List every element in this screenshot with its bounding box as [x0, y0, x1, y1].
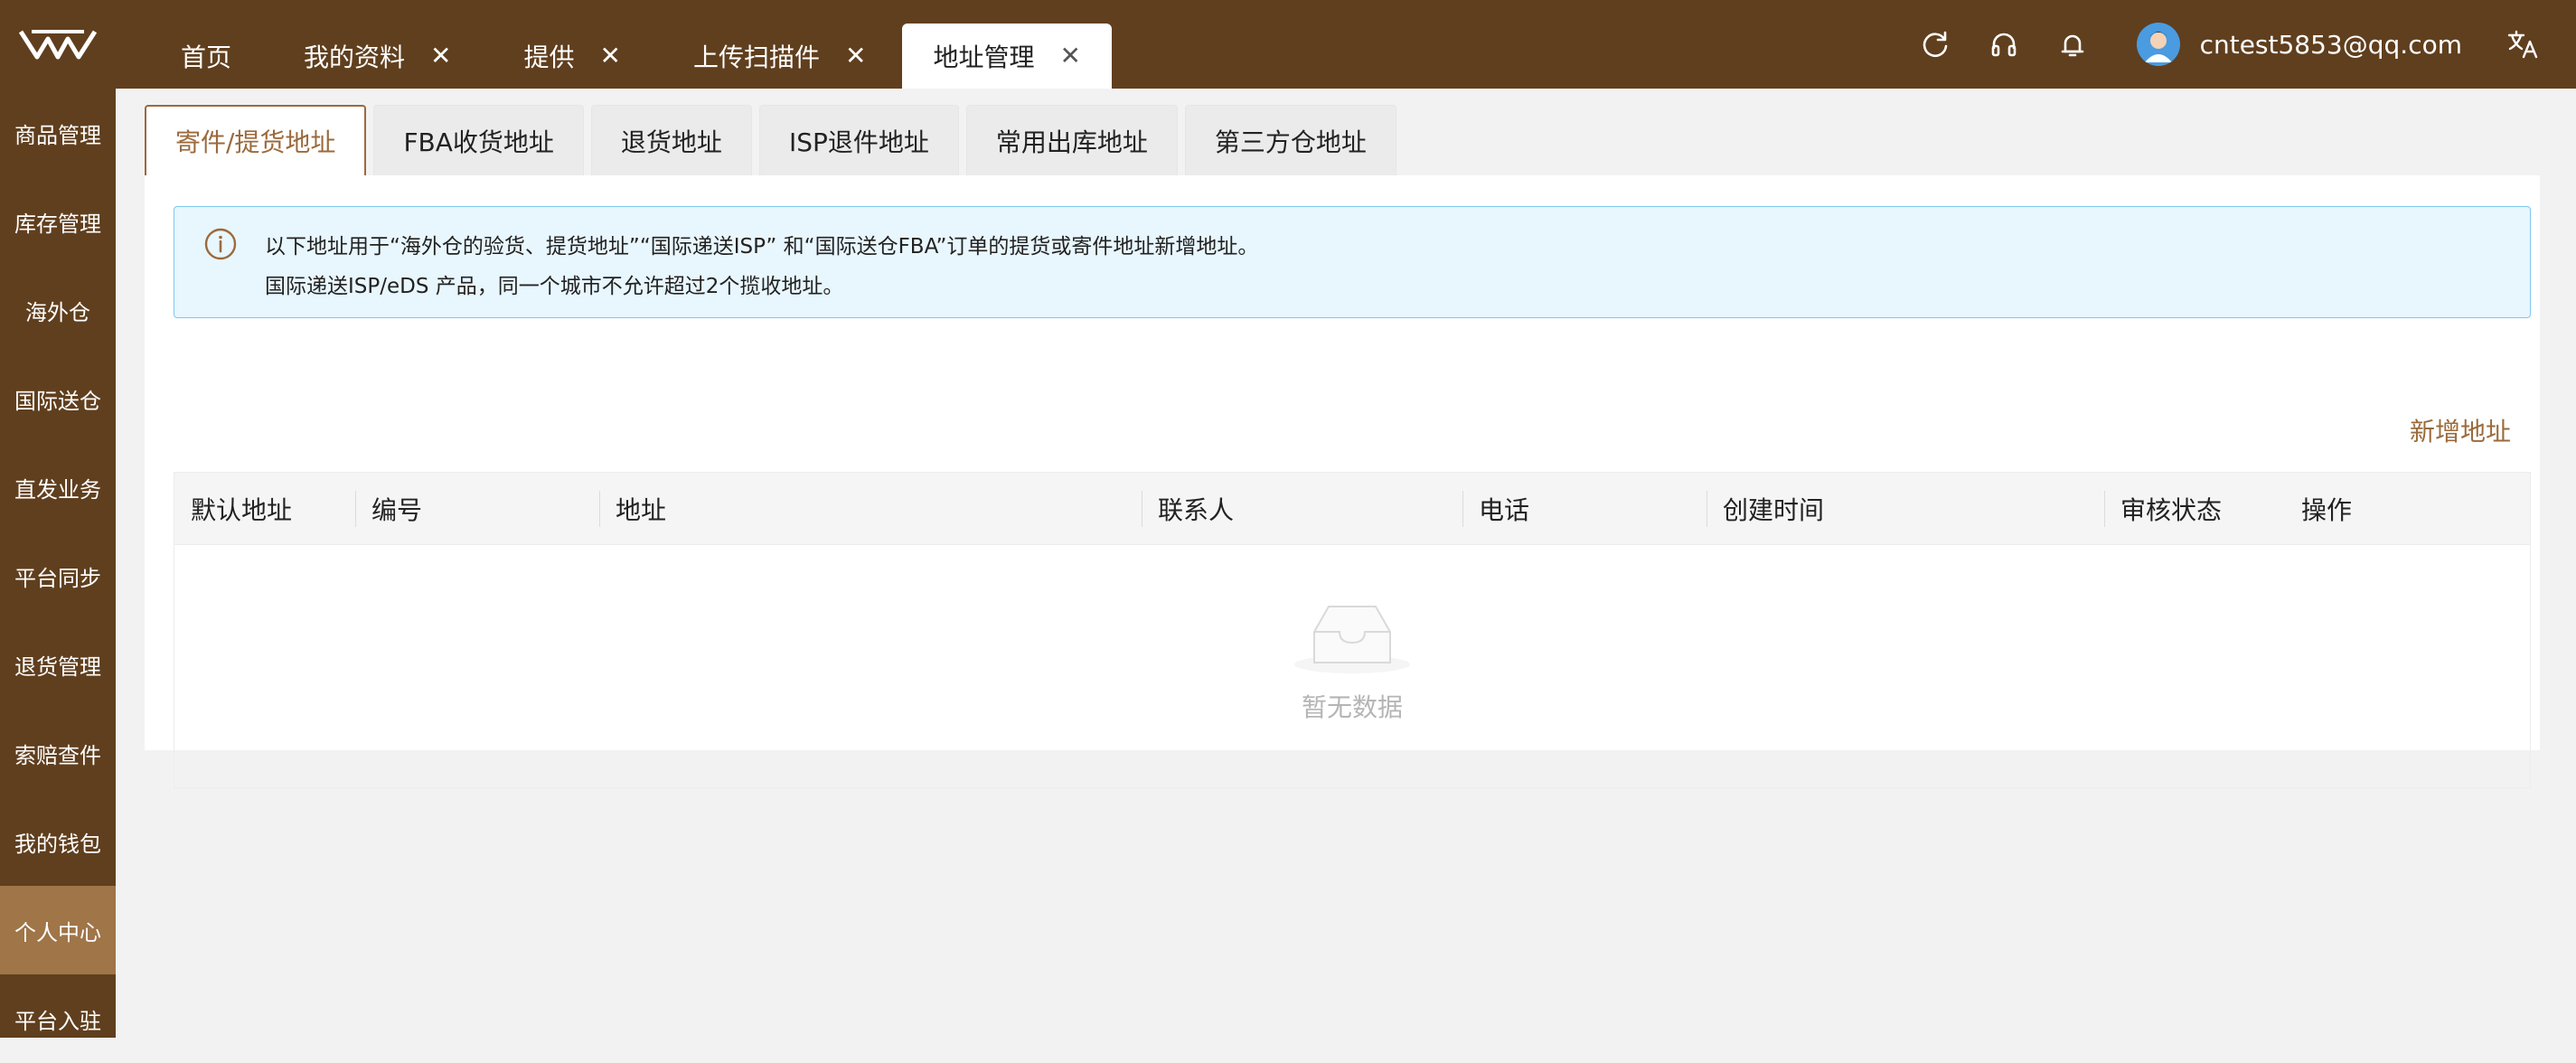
sidebar-item-product[interactable]: 商品管理 [0, 89, 116, 177]
tab-label: 提供 [523, 42, 575, 72]
column-header-contact: 联系人 [1142, 473, 1462, 545]
notice-text-line-1: 以下地址用于“海外仓的验货、提货地址”“国际递送ISP” 和“国际送仓FBA”订… [265, 235, 1259, 259]
info-icon [204, 228, 237, 260]
tab-outbound-address[interactable]: 常用出库地址 [965, 105, 1178, 175]
tab-upload-scan[interactable]: 上传扫描件 ✕ [657, 24, 902, 89]
empty-text: 暂无数据 [1301, 692, 1403, 722]
empty-box-icon [1294, 606, 1410, 673]
column-header-address: 地址 [599, 473, 1142, 545]
tab-label: 首页 [181, 42, 232, 72]
tab-home[interactable]: 首页 [145, 24, 268, 89]
address-table: 默认地址 编号 地址 联系人 电话 创建时间 审核状态 操作 暂无数据 [174, 472, 2531, 788]
sidebar-item-label: 我的钱包 [14, 831, 101, 857]
info-notice: 以下地址用于“海外仓的验货、提货地址”“国际递送ISP” 和“国际送仓FBA”订… [174, 206, 2531, 318]
page-tabs: 首页 我的资料 ✕ 提供 ✕ 上传扫描件 ✕ 地址管理 ✕ [145, 24, 1112, 89]
tab-pickup-address[interactable]: 寄件/提货地址 [145, 105, 367, 175]
tab-label: 地址管理 [933, 42, 1035, 72]
address-type-tabs: 寄件/提货地址 FBA收货地址 退货地址 ISP退件地址 常用出库地址 第三方仓… [145, 105, 2540, 175]
avatar [2136, 23, 2180, 66]
sidebar-item-overseas-warehouse[interactable]: 海外仓 [0, 266, 116, 354]
sidebar-item-label: 直发业务 [14, 476, 101, 503]
tab-label: 退货地址 [620, 127, 722, 157]
sidebar-item-returns[interactable]: 退货管理 [0, 620, 116, 709]
sidebar-item-label: 平台入驻 [14, 1008, 101, 1034]
column-header-id: 编号 [355, 473, 599, 545]
top-bar: 首页 我的资料 ✕ 提供 ✕ 上传扫描件 ✕ 地址管理 ✕ cntest5853… [0, 0, 2576, 89]
tab-third-party-warehouse[interactable]: 第三方仓地址 [1184, 105, 1396, 175]
sidebar-item-claims[interactable]: 索赔查件 [0, 709, 116, 797]
sidebar-item-platform-onboarding[interactable]: 平台入驻 [0, 974, 116, 1063]
empty-state: 暂无数据 [174, 545, 2530, 789]
translate-icon[interactable] [2502, 24, 2543, 65]
column-header-phone: 电话 [1462, 473, 1706, 545]
sidebar-item-label: 国际送仓 [14, 388, 101, 414]
sidebar-item-inventory[interactable]: 库存管理 [0, 177, 116, 266]
sidebar-item-platform-sync[interactable]: 平台同步 [0, 532, 116, 620]
sidebar-item-label: 平台同步 [14, 565, 101, 591]
logo[interactable] [0, 0, 116, 89]
user-menu[interactable]: cntest5853@qq.com [2136, 23, 2462, 66]
sidebar-item-direct-shipping[interactable]: 直发业务 [0, 443, 116, 532]
address-panel: 以下地址用于“海外仓的验货、提货地址”“国际递送ISP” 和“国际送仓FBA”订… [145, 175, 2540, 788]
sidebar-item-international-delivery[interactable]: 国际送仓 [0, 354, 116, 443]
tab-my-profile[interactable]: 我的资料 ✕ [268, 24, 487, 89]
tab-isp-return-address[interactable]: ISP退件地址 [758, 105, 959, 175]
sidebar-item-label: 索赔查件 [14, 742, 101, 768]
tab-label: 常用出库地址 [995, 127, 1148, 157]
sidebar-item-label: 商品管理 [14, 122, 101, 148]
close-icon[interactable]: ✕ [430, 43, 451, 69]
notice-text-line-2: 国际递送ISP/eDS 产品，同一个城市不允许超过2个揽收地址。 [265, 275, 844, 298]
column-header-actions: 操作 [2301, 494, 2353, 525]
close-icon[interactable]: ✕ [1059, 43, 1080, 69]
tab-label: 我的资料 [304, 42, 406, 72]
logo-icon [19, 30, 97, 60]
headset-icon[interactable] [1983, 24, 2025, 65]
tab-address-management[interactable]: 地址管理 ✕ [902, 24, 1112, 89]
sidebar-item-label: 个人中心 [14, 919, 101, 945]
tab-label: FBA收货地址 [403, 127, 554, 157]
refresh-icon[interactable] [1914, 24, 1956, 65]
table-header: 默认地址 编号 地址 联系人 电话 创建时间 审核状态 操作 [174, 473, 2530, 545]
sidebar-item-personal-center[interactable]: 个人中心 [0, 886, 116, 974]
sidebar-item-wallet[interactable]: 我的钱包 [0, 797, 116, 886]
tab-label: 第三方仓地址 [1214, 127, 1367, 157]
column-header-review-status: 审核状态 [2104, 473, 2285, 545]
user-email: cntest5853@qq.com [2199, 29, 2462, 60]
add-address-button[interactable]: 新增地址 [2410, 412, 2511, 448]
column-header-default: 默认地址 [191, 494, 293, 525]
sidebar-item-label: 退货管理 [14, 654, 101, 680]
tab-fba-address[interactable]: FBA收货地址 [373, 105, 584, 175]
bell-icon[interactable] [2052, 24, 2093, 65]
tab-label: ISP退件地址 [788, 127, 929, 157]
tab-return-address[interactable]: 退货地址 [590, 105, 752, 175]
top-right-tools: cntest5853@qq.com [1887, 0, 2576, 89]
close-icon[interactable]: ✕ [845, 43, 866, 69]
sidebar-item-label: 库存管理 [14, 211, 101, 237]
column-header-created-time: 创建时间 [1706, 473, 2104, 545]
main-content: 寄件/提货地址 FBA收货地址 退货地址 ISP退件地址 常用出库地址 第三方仓… [145, 105, 2540, 788]
sidebar: 商品管理 库存管理 海外仓 国际送仓 直发业务 平台同步 退货管理 索赔查件 我… [0, 89, 116, 1038]
tab-label: 寄件/提货地址 [175, 127, 336, 157]
tab-label: 上传扫描件 [692, 42, 820, 72]
close-icon[interactable]: ✕ [600, 43, 621, 69]
tab-provide[interactable]: 提供 ✕ [488, 24, 657, 89]
sidebar-item-label: 海外仓 [25, 299, 90, 325]
